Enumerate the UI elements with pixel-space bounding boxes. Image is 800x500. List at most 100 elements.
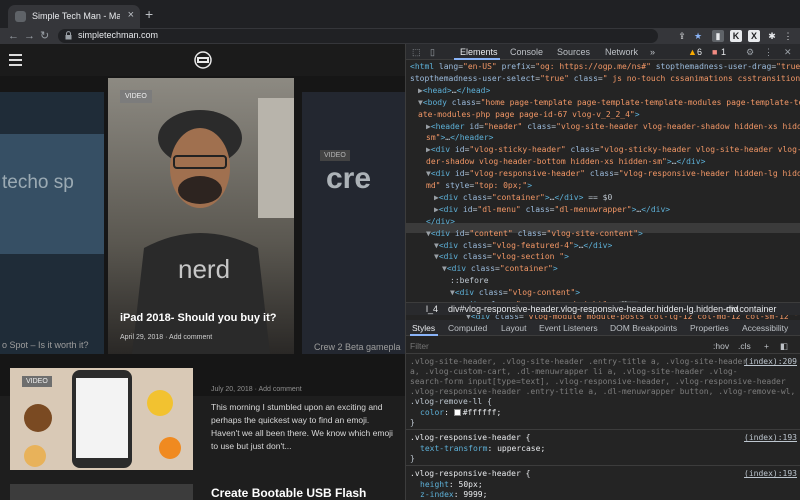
warning-count: 6 [697,47,703,57]
featured-title[interactable]: iPad 2018- Should you buy it? [120,312,276,324]
browser-tab[interactable]: Simple Tech Man - Making Tec × [8,5,140,28]
site-logo[interactable] [191,50,215,70]
styles-filter-bar: :hov .cls + ◧ [406,338,800,354]
dom-tree-line[interactable]: der-shadow vlog-header-bottom hidden-xs … [426,157,705,167]
rule3-value: 50px [458,480,478,489]
dom-tree-line[interactable]: stopthemadness-user-select="true" class=… [410,74,800,84]
tab-sources[interactable]: Sources [557,47,590,57]
class-toggle[interactable]: .cls [738,341,751,351]
inspect-element-icon[interactable]: ⬚ [412,47,421,58]
dom-tree-line[interactable]: ▼<div id="vlog-responsive-header" class=… [426,169,800,179]
dom-tree-line[interactable]: <html lang="en-US" prefix="og: https://o… [410,62,800,72]
back-button[interactable]: ← [8,29,19,43]
dom-tree-line[interactable]: ▼<div class="vlog-featured-4">…</div> [434,241,612,251]
rule3-declaration[interactable]: height: 50px; [420,480,483,490]
site-header [0,44,405,76]
featured-card[interactable]: nerd VIDEO iPad 2018- Should you buy it?… [108,78,294,354]
dom-tree-line[interactable]: ▼<body class="home page-template page-te… [418,98,800,108]
rule3-source-link[interactable]: (index):193 [744,469,797,479]
extension-icon[interactable]: ▮ [712,30,724,42]
dom-tree-line[interactable]: md" style="top: 0px;"> [426,181,532,191]
lock-icon [65,31,72,40]
rule2-value: uppercase [497,444,541,453]
extension-k-icon[interactable]: K [730,30,742,42]
tab-accessibility[interactable]: Accessibility [742,323,788,333]
more-tabs-icon[interactable]: » [650,47,655,57]
rule-divider [406,465,800,466]
devtools-tabbar: ⬚ ▯ Elements Console Sources Network » ▲… [406,44,800,60]
post2-thumbnail[interactable] [10,484,193,500]
tab-properties[interactable]: Properties [690,323,729,333]
rule1-source-link[interactable]: (index):209 [744,357,797,367]
styles-filter-input[interactable] [410,340,710,352]
error-count: 1 [721,47,727,57]
address-bar[interactable]: simpletechman.com [58,29,658,43]
styles-rules-pane[interactable]: .vlog-site-header, .vlog-site-header .en… [406,355,800,500]
rule1-selector: a, .vlog-custom-cart, .dl-menuwrapper li… [410,367,738,376]
dom-tree-line[interactable]: sm">…</header> [426,133,493,143]
devtools-panel: ⬚ ▯ Elements Console Sources Network » ▲… [405,44,800,500]
extensions-puzzle-icon[interactable]: ✱ [766,30,778,42]
dom-tree-line[interactable]: ate-modules-php page page-id-67 vlog-v_2… [418,110,640,120]
tab-elements[interactable]: Elements [460,47,498,57]
breadcrumb-item[interactable]: l_4 [426,304,438,314]
tab-network[interactable]: Network [605,47,638,57]
rule2-selector: .vlog-responsive-header { [410,433,531,442]
breadcrumb-item[interactable]: div.container [726,304,776,314]
rule2-source-link[interactable]: (index):193 [744,433,797,443]
dom-tree-line[interactable]: ▶<div class="container">…</div> == $0 [434,193,612,203]
rule1-close: } [410,418,415,427]
dom-tree-line[interactable]: ▼<div id="content" class="vlog-site-cont… [426,229,643,239]
tab-styles[interactable]: Styles [412,323,435,333]
new-tab-button[interactable]: + [145,6,153,22]
hover-state-toggle[interactable]: :hov [713,341,729,351]
dom-tree-line[interactable]: ▶<header id="header" class="vlog-site-he… [426,122,800,132]
rule3-declaration[interactable]: z-index: 9999; [420,490,487,500]
dom-tree-line[interactable]: ▶<div id="vlog-sticky-header" class="vlo… [426,145,800,155]
rule2-declaration[interactable]: text-transform: uppercase; [420,444,545,454]
more-menu-icon[interactable]: ⋮ [782,30,794,42]
tab-computed[interactable]: Computed [448,323,487,333]
tab-dom-breakpoints[interactable]: DOM Breakpoints [610,323,677,333]
post-meta: July 20, 2018 · Add comment [211,386,302,393]
rule2-close: } [410,454,415,463]
device-toolbar-icon[interactable]: ▯ [430,47,435,58]
dom-tree-line[interactable]: ▼<div class="vlog-section "> [434,252,569,262]
warning-icon[interactable]: ▲ [688,47,697,57]
dom-tree-line[interactable]: </div> [426,217,455,227]
close-devtools-icon[interactable]: ✕ [784,47,792,58]
dom-tree-line[interactable]: ▶<head>…</head> [418,86,490,96]
devtools-menu-icon[interactable]: ⋮ [764,47,773,58]
post2-title[interactable]: Create Bootable USB Flash [211,486,366,500]
reload-button[interactable]: ↻ [40,29,49,43]
tab-layout[interactable]: Layout [501,323,527,333]
bookmark-star-icon[interactable]: ★ [692,30,704,42]
extension-x-icon[interactable]: X [748,30,760,42]
post-video-badge: VIDEO [22,376,52,387]
dom-tree-line[interactable]: ▼<div class="container"> [442,264,558,274]
share-icon[interactable]: ⇪ [676,30,688,42]
breadcrumb-item[interactable]: div#vlog-responsive-header.vlog-responsi… [448,304,739,314]
browser-window: Simple Tech Man - Making Tec × + ← → ↻ s… [0,0,800,500]
url-text: simpletechman.com [78,30,159,40]
tab-event-listeners[interactable]: Event Listeners [539,323,598,333]
browser-toolbar: ← → ↻ simpletechman.com ⇪ ★ ▮ K X ✱ ⋮ [0,28,800,44]
rule1-selector: search-form input[type=text], .vlog-resp… [410,377,786,386]
tab-console[interactable]: Console [510,47,543,57]
settings-gear-icon[interactable]: ⚙ [746,47,754,58]
new-rule-button[interactable]: + [764,341,769,351]
close-tab-icon[interactable]: × [128,9,134,21]
computed-sidebar-icon[interactable]: ◧ [780,341,788,352]
post-thumbnail[interactable]: VIDEO [10,368,193,470]
favicon-icon [15,11,26,22]
hamburger-menu-icon[interactable] [9,54,22,66]
rule1-declaration[interactable]: color: #ffffff; [420,408,501,418]
color-swatch-icon[interactable] [453,409,461,416]
error-icon[interactable]: ■ [712,47,717,57]
dom-tree-line[interactable]: ▶<div id="dl-menu" class="dl-menuwrapper… [434,205,670,215]
dom-tree-line[interactable]: ::before [450,276,489,286]
styles-tabbar: Styles Computed Layout Event Listeners D… [406,320,800,336]
rule1-prop: color [420,408,445,417]
forward-button[interactable]: → [24,29,35,43]
dom-tree-line[interactable]: ▼<div class="vlog-content"> [450,288,580,298]
